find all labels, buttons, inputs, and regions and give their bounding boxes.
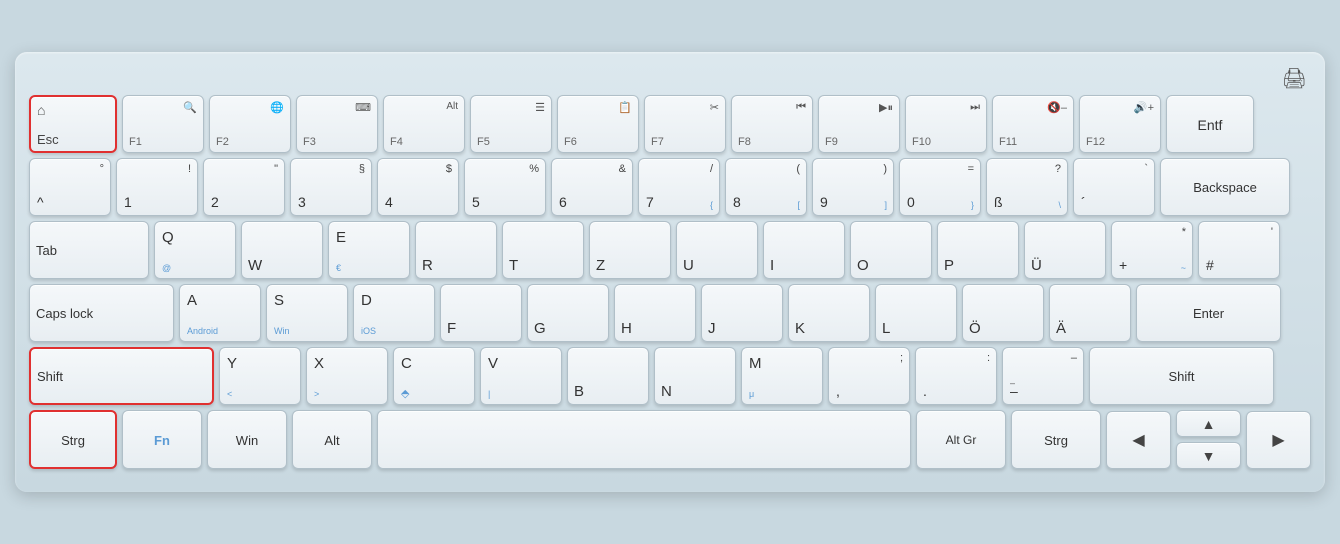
key-b[interactable]: B — [567, 347, 649, 405]
function-key-row: ⌂ Esc 🔍 F1 🌐 F2 ⌨ F3 Alt F4 ☰ F5 📋 — [29, 95, 1311, 153]
key-8[interactable]: ( 8 [ — [725, 158, 807, 216]
key-z[interactable]: Z — [589, 221, 671, 279]
key-strg-right[interactable]: Strg — [1011, 410, 1101, 469]
key-f12[interactable]: 🔊+ F12 — [1079, 95, 1161, 153]
key-q[interactable]: Q @ — [154, 221, 236, 279]
key-shift-left[interactable]: Shift — [29, 347, 214, 405]
key-entf[interactable]: Entf — [1166, 95, 1254, 153]
key-o[interactable]: O — [850, 221, 932, 279]
key-h[interactable]: H — [614, 284, 696, 342]
key-k[interactable]: K — [788, 284, 870, 342]
key-3[interactable]: § 3 — [290, 158, 372, 216]
key-alt-gr[interactable]: Alt Gr — [916, 410, 1006, 469]
key-arrow-down[interactable]: ▼ — [1176, 442, 1241, 469]
key-y[interactable]: Y < — [219, 347, 301, 405]
key-0[interactable]: = 0 } — [899, 158, 981, 216]
key-arrow-up[interactable]: ▲ — [1176, 410, 1241, 437]
key-f2[interactable]: 🌐 F2 — [209, 95, 291, 153]
key-strg-left[interactable]: Strg — [29, 410, 117, 469]
key-arrow-right[interactable]: ▶ — [1246, 411, 1311, 469]
key-2[interactable]: " 2 — [203, 158, 285, 216]
keyboard: 🖨 ⌂ Esc 🔍 F1 🌐 F2 ⌨ F3 Alt F4 ☰ — [15, 52, 1325, 492]
key-u[interactable]: U — [676, 221, 758, 279]
key-t[interactable]: T — [502, 221, 584, 279]
key-f9[interactable]: ▶⏸ F9 — [818, 95, 900, 153]
key-f10[interactable]: ⏭ F10 — [905, 95, 987, 153]
key-s[interactable]: S Win — [266, 284, 348, 342]
key-f8[interactable]: ⏮ F8 — [731, 95, 813, 153]
asdf-row: Caps lock A Android S Win D iOS F G H J … — [29, 284, 1311, 342]
key-7[interactable]: / 7 { — [638, 158, 720, 216]
key-minus[interactable]: – – – — [1002, 347, 1084, 405]
key-d[interactable]: D iOS — [353, 284, 435, 342]
key-arrow-left[interactable]: ◀ — [1106, 411, 1171, 469]
key-ue[interactable]: Ü — [1024, 221, 1106, 279]
key-e[interactable]: E € — [328, 221, 410, 279]
key-caret[interactable]: ° ^ — [29, 158, 111, 216]
key-w[interactable]: W — [241, 221, 323, 279]
key-f11[interactable]: 🔇– F11 — [992, 95, 1074, 153]
key-j[interactable]: J — [701, 284, 783, 342]
key-6[interactable]: & 6 — [551, 158, 633, 216]
key-x[interactable]: X > — [306, 347, 388, 405]
key-1[interactable]: ! 1 — [116, 158, 198, 216]
key-9[interactable]: ) 9 ] — [812, 158, 894, 216]
key-caps-lock[interactable]: Caps lock — [29, 284, 174, 342]
key-shift-right[interactable]: Shift — [1089, 347, 1274, 405]
key-v[interactable]: V | — [480, 347, 562, 405]
key-5[interactable]: % 5 — [464, 158, 546, 216]
key-comma[interactable]: ; , — [828, 347, 910, 405]
key-i[interactable]: I — [763, 221, 845, 279]
key-enter[interactable]: Enter — [1136, 284, 1281, 342]
key-n[interactable]: N — [654, 347, 736, 405]
key-ae[interactable]: Ä — [1049, 284, 1131, 342]
key-g[interactable]: G — [527, 284, 609, 342]
key-f[interactable]: F — [440, 284, 522, 342]
shift-row: Shift Y < X > C ⬘ V | B N M μ ; , — [29, 347, 1311, 405]
key-alt[interactable]: Alt — [292, 410, 372, 469]
key-c[interactable]: C ⬘ — [393, 347, 475, 405]
key-f5[interactable]: ☰ F5 — [470, 95, 552, 153]
number-row: ° ^ ! 1 " 2 § 3 $ 4 % 5 & 6 / 7 { — [29, 158, 1311, 216]
key-m[interactable]: M μ — [741, 347, 823, 405]
key-plus[interactable]: * + ~ — [1111, 221, 1193, 279]
key-f6[interactable]: 📋 F6 — [557, 95, 639, 153]
qwertz-row: Tab Q @ W E € R T Z U I O P — [29, 221, 1311, 279]
key-hash[interactable]: ' # — [1198, 221, 1280, 279]
key-4[interactable]: $ 4 — [377, 158, 459, 216]
key-win[interactable]: Win — [207, 410, 287, 469]
key-fn[interactable]: Fn — [122, 410, 202, 469]
key-esc[interactable]: ⌂ Esc — [29, 95, 117, 153]
key-backspace[interactable]: Backspace — [1160, 158, 1290, 216]
key-l[interactable]: L — [875, 284, 957, 342]
key-f3[interactable]: ⌨ F3 — [296, 95, 378, 153]
key-f1[interactable]: 🔍 F1 — [122, 95, 204, 153]
key-acute[interactable]: ` ´ — [1073, 158, 1155, 216]
key-r[interactable]: R — [415, 221, 497, 279]
key-oe[interactable]: Ö — [962, 284, 1044, 342]
key-sz[interactable]: ? ß \ — [986, 158, 1068, 216]
key-f7[interactable]: ✂ F7 — [644, 95, 726, 153]
key-tab[interactable]: Tab — [29, 221, 149, 279]
key-f4[interactable]: Alt F4 — [383, 95, 465, 153]
key-period[interactable]: : . — [915, 347, 997, 405]
key-space[interactable] — [377, 410, 911, 469]
printer-icon: 🖨 — [1282, 66, 1307, 91]
bottom-row: Strg Fn Win Alt Alt Gr Strg ◀ ▲ — [29, 410, 1311, 469]
key-p[interactable]: P — [937, 221, 1019, 279]
key-a[interactable]: A Android — [179, 284, 261, 342]
